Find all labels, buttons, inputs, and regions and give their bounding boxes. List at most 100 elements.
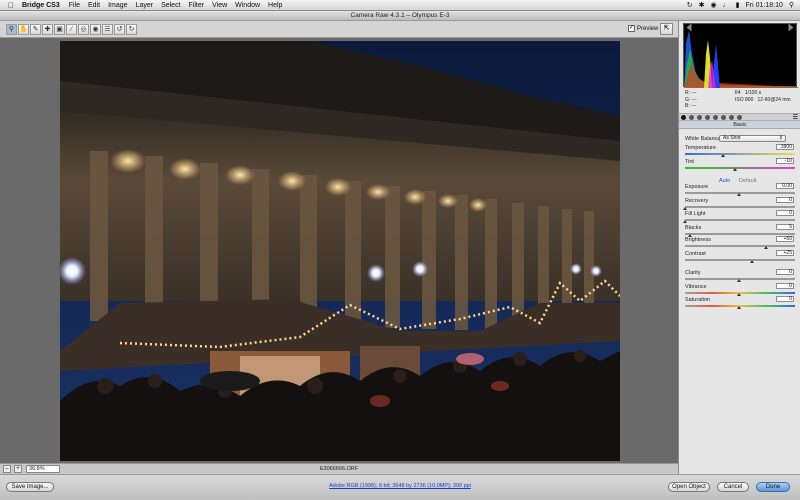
panel-menu-icon[interactable]: ☰ xyxy=(793,114,798,121)
clarity-label: Clarity xyxy=(685,270,701,276)
menu-help[interactable]: Help xyxy=(268,2,282,9)
tool-bar: ⚲ ✋ ✎ ✚ ▣ ∕ ◎ ◉ ☰ ↺ ↻ xyxy=(0,21,678,38)
menu-clock[interactable]: Fri 01:18:10 xyxy=(746,2,783,9)
vibrance-slider-knob[interactable] xyxy=(737,293,741,296)
clarity-value-field[interactable]: 0 xyxy=(776,269,794,275)
blacks-slider[interactable] xyxy=(685,233,795,235)
exposure-value-field[interactable]: 0.00 xyxy=(776,183,794,189)
saturation-value-field[interactable]: 0 xyxy=(776,296,794,302)
rotate-left-icon[interactable]: ↺ xyxy=(114,23,125,35)
shutter-value: 1/100 s xyxy=(744,90,762,96)
brightness-label: Brightness xyxy=(685,237,711,243)
temperature-label: Temperature xyxy=(685,145,716,151)
preview-canvas[interactable] xyxy=(0,38,678,463)
tab-split-toning-icon[interactable] xyxy=(713,114,718,120)
menu-file[interactable]: File xyxy=(69,2,80,9)
recovery-slider[interactable] xyxy=(685,206,795,208)
menu-view[interactable]: View xyxy=(212,2,227,9)
fill-light-value-field[interactable]: 0 xyxy=(776,210,794,216)
fill-light-slider-knob[interactable] xyxy=(683,220,687,223)
preview-toggle[interactable]: ✓ Preview xyxy=(628,25,658,32)
tint-slider-knob[interactable] xyxy=(732,168,737,171)
highlight-clip-icon[interactable] xyxy=(788,23,794,32)
hand-icon[interactable]: ✋ xyxy=(18,23,29,35)
fullscreen-button[interactable]: ⇱ xyxy=(660,23,673,35)
clarity-slider-knob[interactable] xyxy=(737,279,741,282)
preview-checkbox[interactable]: ✓ xyxy=(628,25,635,32)
white-balance-icon[interactable]: ✎ xyxy=(30,23,41,35)
zoom-icon[interactable]: ⚲ xyxy=(6,23,17,35)
photo-image xyxy=(60,41,620,461)
tab-presets-icon[interactable] xyxy=(737,114,742,120)
default-link[interactable]: Default xyxy=(739,178,756,184)
tab-lens-icon[interactable] xyxy=(721,114,726,120)
white-balance-select[interactable]: As Shot ⇕ xyxy=(719,135,786,142)
tab-basic-icon[interactable] xyxy=(681,114,686,120)
rgb-readout: R: --- G: --- B: --- xyxy=(685,90,697,110)
preferences-icon[interactable]: ☰ xyxy=(102,23,113,35)
tab-camera-calibration-icon[interactable] xyxy=(729,114,734,120)
shadow-clip-icon[interactable] xyxy=(686,23,692,32)
menu-extras: ↻ ✱ ◉ ♩ ▮ Fri 01:18:10 ⚲ xyxy=(687,1,800,10)
tint-value-field[interactable]: -10 xyxy=(776,158,794,164)
temperature-value-field[interactable]: 3900 xyxy=(776,144,794,150)
menu-image[interactable]: Image xyxy=(108,2,127,9)
contrast-slider-knob[interactable] xyxy=(749,260,754,263)
photo-preview[interactable] xyxy=(60,41,620,461)
chevron-updown-icon: ⇕ xyxy=(778,135,783,141)
white-balance-label: White Balance: xyxy=(685,136,722,142)
menu-app-name[interactable]: Bridge CS3 xyxy=(22,2,60,9)
menu-bar:  Bridge CS3 File Edit Image Layer Selec… xyxy=(0,0,800,11)
b-label: B: xyxy=(685,103,690,109)
rotate-right-icon[interactable]: ↻ xyxy=(126,23,137,35)
volume-icon[interactable]: ♩ xyxy=(723,2,730,9)
battery-icon[interactable]: ▮ xyxy=(736,1,740,9)
temperature-slider-knob[interactable] xyxy=(720,154,725,157)
exposure-label: Exposure xyxy=(685,184,709,190)
tint-slider[interactable] xyxy=(685,167,795,169)
contrast-value-field[interactable]: +25 xyxy=(776,250,794,256)
menu-edit[interactable]: Edit xyxy=(88,2,100,9)
apple-icon[interactable]:  xyxy=(0,1,22,10)
fill-light-label: Fill Light xyxy=(685,211,706,217)
red-eye-icon[interactable]: ◉ xyxy=(90,23,101,35)
straighten-icon[interactable]: ∕ xyxy=(66,23,77,35)
tab-detail-icon[interactable] xyxy=(697,114,702,120)
histogram-graph xyxy=(684,30,798,88)
bluetooth-icon[interactable]: ✱ xyxy=(699,1,705,9)
menu-filter[interactable]: Filter xyxy=(189,2,205,9)
retouch-icon[interactable]: ◎ xyxy=(78,23,89,35)
brightness-slider-knob[interactable] xyxy=(764,246,768,249)
temperature-slider[interactable] xyxy=(685,153,795,155)
done-button[interactable]: Done xyxy=(756,482,790,492)
spotlight-icon[interactable]: ⚲ xyxy=(789,1,794,9)
menu-window[interactable]: Window xyxy=(235,2,260,9)
brightness-value-field[interactable]: +50 xyxy=(776,236,794,242)
cancel-button[interactable]: Cancel xyxy=(717,482,749,492)
histogram xyxy=(683,23,798,88)
saturation-label: Saturation xyxy=(685,297,711,303)
recovery-label: Recovery xyxy=(685,198,709,204)
contrast-slider[interactable] xyxy=(685,259,795,261)
brightness-slider[interactable] xyxy=(685,245,795,247)
iso-value: ISO 800 xyxy=(735,96,754,103)
vibrance-label: Vibrance xyxy=(685,284,707,290)
recovery-value-field[interactable]: 0 xyxy=(776,197,794,203)
recovery-slider-knob[interactable] xyxy=(683,207,687,210)
tab-hsl-icon[interactable] xyxy=(705,114,710,120)
tab-tone-curve-icon[interactable] xyxy=(689,114,694,120)
exposure-slider-knob[interactable] xyxy=(737,193,741,196)
wifi-icon[interactable]: ◉ xyxy=(711,1,717,9)
crop-icon[interactable]: ▣ xyxy=(54,23,65,35)
menu-select[interactable]: Select xyxy=(161,2,180,9)
tint-label: Tint xyxy=(685,159,694,165)
sync-icon[interactable]: ↻ xyxy=(687,1,693,9)
open-object-button[interactable]: Open Object xyxy=(668,482,710,492)
blacks-value-field[interactable]: 5 xyxy=(776,224,794,230)
menu-layer[interactable]: Layer xyxy=(136,2,154,9)
fill-light-slider[interactable] xyxy=(685,219,795,221)
auto-link[interactable]: Auto xyxy=(719,178,730,184)
saturation-slider-knob[interactable] xyxy=(737,306,741,309)
color-sampler-icon[interactable]: ✚ xyxy=(42,23,53,35)
vibrance-value-field[interactable]: 0 xyxy=(776,283,794,289)
